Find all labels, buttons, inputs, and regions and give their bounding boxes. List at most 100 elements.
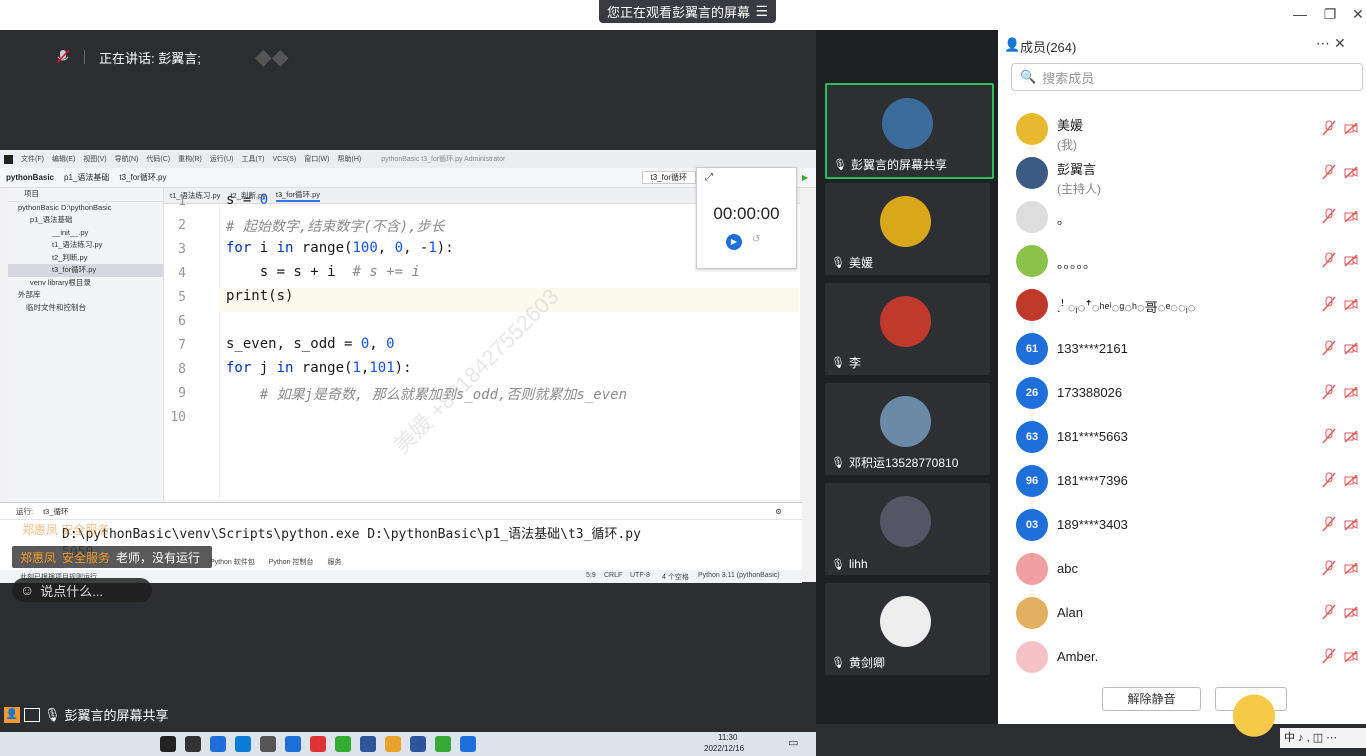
breadcrumb-folder[interactable]: p1_语法基础 (64, 172, 109, 183)
camera-off-icon[interactable] (1344, 472, 1358, 488)
panel-close-icon[interactable]: ✕ (1334, 35, 1346, 52)
timer-reset-icon[interactable]: ↺ (752, 234, 760, 245)
mic-muted-icon[interactable] (1322, 648, 1336, 664)
member-row[interactable]: 61 133****2161 (998, 328, 1366, 372)
run-config-select[interactable]: t3_for循环 (641, 171, 696, 184)
breadcrumb-file[interactable]: t3_for循环.py (119, 172, 166, 183)
tree-item[interactable]: t2_判断.py (8, 252, 163, 265)
restore-icon[interactable]: ❐ (1318, 4, 1342, 24)
member-row[interactable]: 03 189****3403 (998, 504, 1366, 548)
member-row[interactable]: 。 (998, 196, 1366, 240)
camera-off-icon[interactable] (1344, 560, 1358, 576)
taskbar-app-icon[interactable] (360, 736, 376, 752)
camera-off-icon[interactable] (1344, 120, 1358, 136)
status-encoding[interactable]: UTF-8 (630, 572, 650, 579)
menu-run[interactable]: 运行(U) (210, 154, 234, 164)
menu-window[interactable]: 窗口(W) (304, 154, 329, 164)
member-row[interactable]: 63 181****5663 (998, 416, 1366, 460)
tree-item[interactable]: 外部库 (8, 289, 163, 302)
taskbar-app-icon[interactable] (185, 736, 201, 752)
member-row[interactable]: .ꜝ ◌ᵢ◌ꜛ◌ʰᵉⁱ◌ᵍ◌ʰ◌哥◌ᵉ◌◌ᵢ◌ (998, 284, 1366, 328)
mic-muted-icon[interactable] (1322, 208, 1336, 224)
member-row[interactable]: Amber. (998, 636, 1366, 680)
mic-muted-icon[interactable] (1322, 164, 1336, 180)
member-row[interactable]: abc (998, 548, 1366, 592)
participant-thumbnail[interactable]: 🎙 美媛 (825, 183, 990, 275)
taskbar-app-icon[interactable] (210, 736, 226, 752)
menu-code[interactable]: 代码(C) (146, 154, 170, 164)
console-tab[interactable]: t3_循环 (43, 506, 68, 517)
tab-t3-active[interactable]: t3_for循环.py (275, 189, 321, 202)
taskbar-app-icon[interactable] (410, 736, 426, 752)
camera-off-icon[interactable] (1344, 516, 1358, 532)
camera-off-icon[interactable] (1344, 340, 1358, 356)
tree-item[interactable]: venv library根目录 (8, 277, 163, 290)
run-icon[interactable]: ▶ (802, 173, 808, 182)
camera-off-icon[interactable] (1344, 384, 1358, 400)
taskbar-app-icon[interactable] (310, 736, 326, 752)
mic-muted-icon[interactable] (1322, 252, 1336, 268)
mic-muted-icon[interactable] (1322, 472, 1336, 488)
menu-view[interactable]: 视图(V) (83, 154, 106, 164)
taskbar-app-icon[interactable] (235, 736, 251, 752)
chat-input[interactable]: ☺ 说点什么... (12, 578, 152, 602)
taskbar-app-icon[interactable] (285, 736, 301, 752)
tree-item-selected[interactable]: t3_for循环.py (8, 264, 163, 277)
tree-item[interactable]: t1_语法练习.py (8, 239, 163, 252)
camera-off-icon[interactable] (1344, 296, 1358, 312)
camera-off-icon[interactable] (1344, 648, 1358, 664)
member-search[interactable]: 🔍 搜索成员 (1011, 63, 1363, 91)
participant-thumbnail[interactable]: 🎙 黄剑卿 (825, 583, 990, 675)
close-icon[interactable]: ✕ (1346, 4, 1366, 24)
menu-tools[interactable]: 工具(T) (242, 154, 265, 164)
timer-play-button[interactable]: ▶ (726, 234, 742, 250)
taskbar-app-icon[interactable] (385, 736, 401, 752)
status-pos[interactable]: 5:9 (586, 572, 596, 579)
menu-navigate[interactable]: 导航(N) (115, 154, 139, 164)
more-icon[interactable]: ⋯ (1316, 35, 1330, 52)
ime-toolbar[interactable]: 中 ♪ , ◫ ⋯ (1280, 728, 1366, 748)
status-indent[interactable]: 4 个空格 (662, 572, 689, 582)
taskbar-app-icon[interactable] (160, 736, 176, 752)
taskbar-app-icon[interactable] (460, 736, 476, 752)
camera-off-icon[interactable] (1344, 428, 1358, 444)
mic-muted-icon[interactable] (1322, 428, 1336, 444)
participant-thumbnail[interactable]: 🎙 邓积运13528770810 (825, 383, 990, 475)
menu-refactor[interactable]: 重构(R) (178, 154, 202, 164)
tool-tab[interactable]: 服务 (328, 557, 342, 567)
unmute-all-button[interactable]: 解除静音 (1102, 687, 1201, 711)
member-row[interactable]: Alan (998, 592, 1366, 636)
mic-muted-icon[interactable] (1322, 516, 1336, 532)
camera-off-icon[interactable] (1344, 252, 1358, 268)
status-interpreter[interactable]: Python 3.11 (pythonBasic) (698, 572, 780, 579)
camera-off-icon[interactable] (1344, 604, 1358, 620)
project-label[interactable]: 项目 (8, 188, 163, 202)
member-row[interactable]: 美媛 (我) (998, 108, 1366, 152)
tree-item[interactable]: p1_语法基础 (8, 214, 163, 227)
mic-muted-icon[interactable] (1322, 120, 1336, 136)
menu-vcs[interactable]: VCS(S) (272, 156, 296, 163)
breadcrumb-project[interactable]: pythonBasic (6, 173, 54, 182)
taskbar-app-icon[interactable] (435, 736, 451, 752)
menu-file[interactable]: 文件(F) (21, 154, 44, 164)
member-row[interactable]: 彭翼言 (主持人) (998, 152, 1366, 196)
mic-muted-icon[interactable] (1322, 560, 1336, 576)
participant-thumbnail[interactable]: 🎙 彭翼言的屏幕共享 (825, 83, 994, 179)
tool-tab[interactable]: Python 软件包 (210, 557, 255, 567)
minimize-icon[interactable]: — (1288, 4, 1312, 24)
notification-icon[interactable]: ▭ (788, 736, 798, 749)
tree-item[interactable]: pythonBasic D:\pythonBasic (8, 202, 163, 215)
mic-muted-icon[interactable] (1322, 296, 1336, 312)
tree-item[interactable]: __init__.py (8, 227, 163, 240)
mic-muted-icon[interactable] (1322, 384, 1336, 400)
taskbar-app-icon[interactable] (335, 736, 351, 752)
menu-edit[interactable]: 编辑(E) (52, 154, 75, 164)
member-row[interactable]: 96 181****7396 (998, 460, 1366, 504)
settings-icon[interactable]: ⚙ (775, 507, 782, 516)
camera-off-icon[interactable] (1344, 208, 1358, 224)
menu-help[interactable]: 帮助(H) (337, 154, 361, 164)
mic-muted-icon[interactable] (1322, 604, 1336, 620)
menu-icon[interactable]: ☰ (755, 3, 768, 20)
member-row[interactable]: 。。。。。 (998, 240, 1366, 284)
watching-banner[interactable]: 您正在观看彭翼言的屏幕 ☰ (599, 0, 776, 23)
